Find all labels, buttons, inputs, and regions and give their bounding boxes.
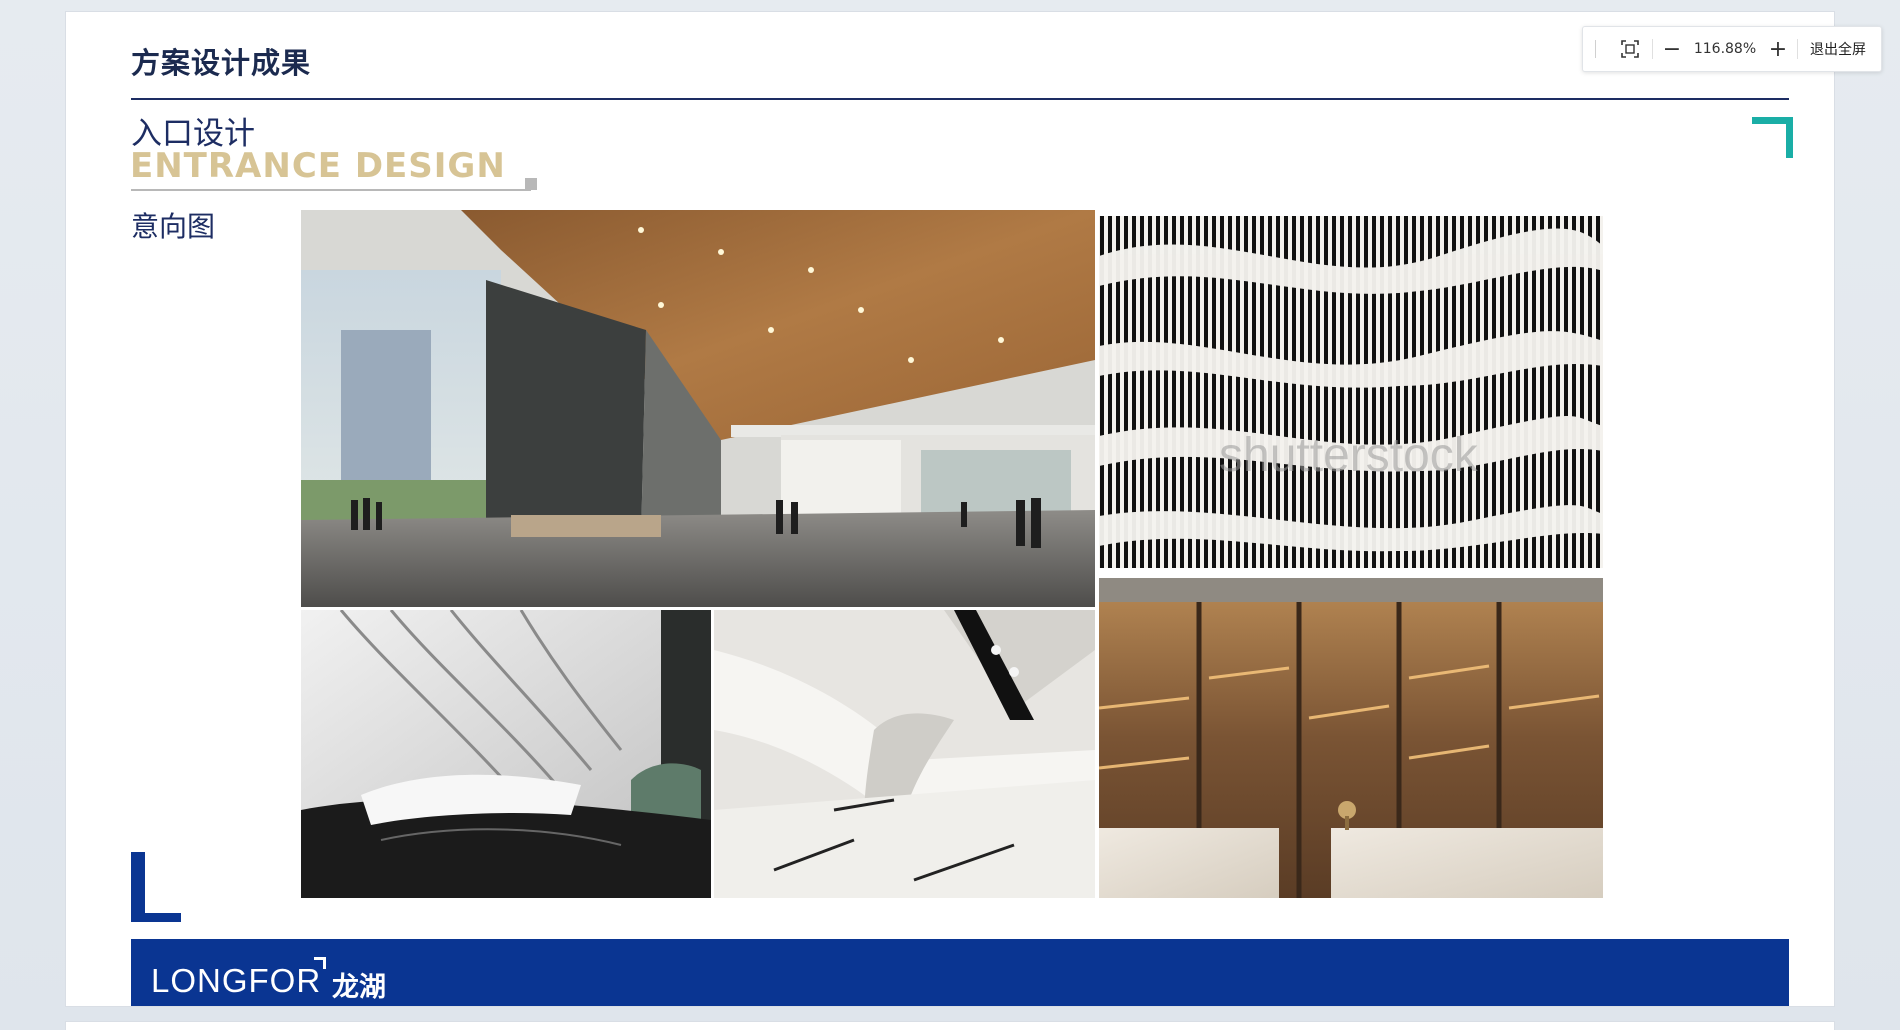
title-divider xyxy=(131,98,1789,100)
viewer-toolbar: − 116.88% + 退出全屏 xyxy=(1582,26,1882,72)
wave-slat-wall-photo: shutterstock xyxy=(1099,216,1603,568)
white-ceiling-detail-photo xyxy=(714,610,1095,898)
mood-images-label: 意向图 xyxy=(131,210,216,243)
toolbar-drag-handle[interactable] xyxy=(1595,40,1596,58)
section-underline xyxy=(131,189,531,191)
longfor-logo-cn: 龙湖 xyxy=(332,972,386,1003)
section-underline-end xyxy=(525,178,537,190)
zoom-out-button[interactable]: − xyxy=(1661,34,1683,64)
longfor-logo-mark-icon xyxy=(314,957,326,969)
teal-corner-bracket xyxy=(1752,117,1793,158)
page-title: 方案设计成果 xyxy=(131,46,312,80)
bronze-panel-wall-photo xyxy=(1099,578,1603,898)
fit-screen-button[interactable] xyxy=(1616,34,1644,64)
white-curved-lobby-photo xyxy=(301,610,711,898)
fit-screen-icon xyxy=(1621,40,1639,58)
svg-text:shutterstock: shutterstock xyxy=(1219,429,1479,482)
next-slide-edge xyxy=(66,1022,1834,1030)
exit-fullscreen-button[interactable]: 退出全屏 xyxy=(1806,34,1870,64)
longfor-logo-text: LONGFOR xyxy=(151,962,322,999)
zoom-in-button[interactable]: + xyxy=(1767,34,1789,64)
presentation-slide: 方案设计成果 入口设计 ENTRANCE DESIGN 意向图 shutters… xyxy=(66,12,1834,1006)
lobby-atrium-photo xyxy=(301,210,1095,607)
blue-corner-bracket xyxy=(131,852,181,922)
toolbar-separator xyxy=(1797,39,1798,59)
toolbar-separator xyxy=(1652,39,1653,59)
section-title-en: ENTRANCE DESIGN xyxy=(130,146,506,186)
zoom-level: 116.88% xyxy=(1693,41,1757,57)
